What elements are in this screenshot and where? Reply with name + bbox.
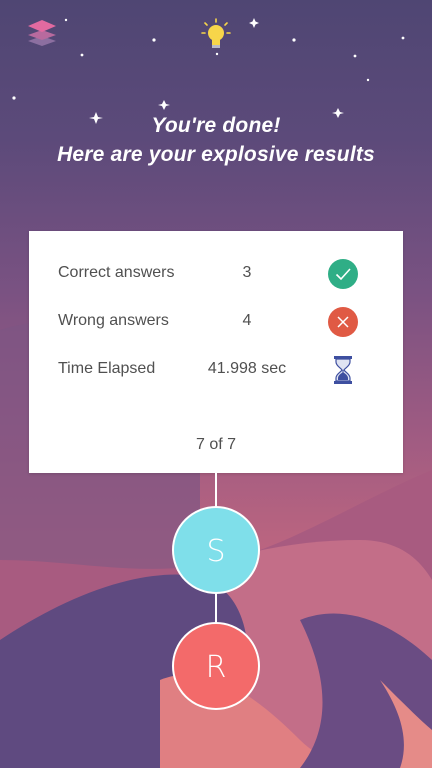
- time-elapsed-value: 41.998 sec: [207, 360, 287, 377]
- restart-button[interactable]: R: [172, 622, 260, 710]
- layers-icon[interactable]: [26, 16, 58, 48]
- correct-answers-row: Correct answers 3: [29, 259, 403, 289]
- connector-line: [215, 592, 217, 624]
- lightbulb-icon[interactable]: [201, 18, 231, 52]
- results-card: Correct answers 3 Wrong answers 4 Time E…: [29, 231, 403, 473]
- correct-answers-value: 3: [242, 264, 252, 281]
- correct-answers-label: Correct answers: [58, 264, 175, 281]
- wrong-answers-label: Wrong answers: [58, 312, 169, 329]
- results-subtitle: Here are your explosive results: [57, 143, 375, 166]
- close-icon: [328, 307, 358, 337]
- time-elapsed-row: Time Elapsed 41.998 sec: [29, 355, 403, 385]
- time-elapsed-label: Time Elapsed: [58, 360, 156, 377]
- wrong-answers-row: Wrong answers 4: [29, 307, 403, 337]
- check-icon: [328, 259, 358, 289]
- hourglass-icon: [334, 356, 352, 384]
- results-title: You're done!: [151, 114, 281, 137]
- share-button[interactable]: S: [172, 506, 260, 594]
- wrong-answers-value: 4: [242, 312, 252, 329]
- question-progress: 7 of 7: [195, 436, 237, 453]
